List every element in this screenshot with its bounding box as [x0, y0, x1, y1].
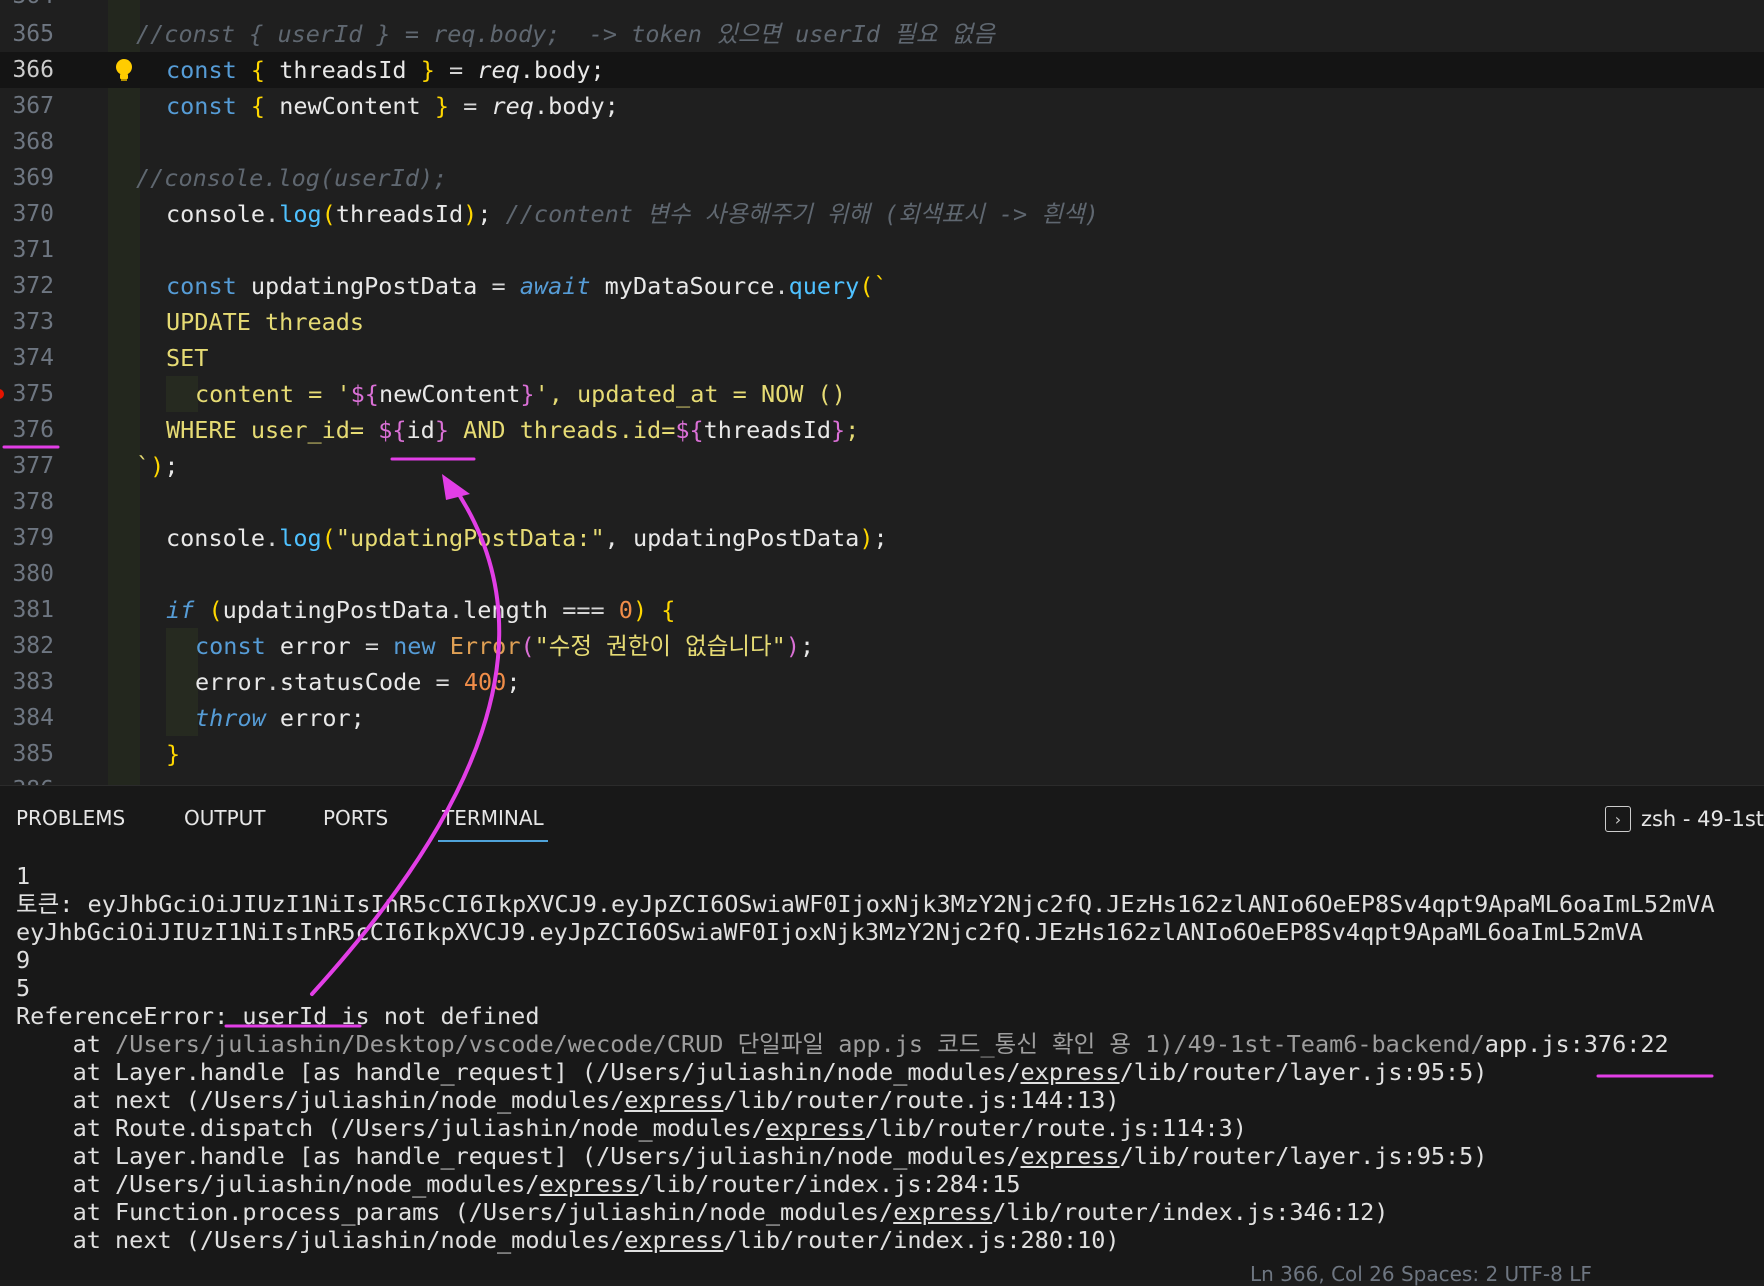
line-number: 371 [12, 237, 54, 263]
sql-text: UPDATE threads [166, 308, 365, 336]
code-text: const { threadsId } = req.body; [166, 56, 605, 84]
line-number: 368 [12, 129, 54, 155]
code-line[interactable]: 372 const updatingPostData = await myDat… [0, 268, 1764, 304]
code-line[interactable]: 365 //const { userId } = req.body; -> to… [0, 16, 1764, 52]
line-number: 373 [12, 309, 54, 335]
terminal-title: zsh - 49-1st [1640, 807, 1764, 831]
line-number: 385 [12, 741, 54, 767]
sql-text: WHERE user_id= ${id} AND threads.id=${th… [166, 416, 860, 444]
code-text: throw error; [195, 704, 365, 732]
code-line[interactable]: 379 console.log("updatingPostData:", upd… [0, 520, 1764, 556]
status-bar: Ln 366, Col 26 Spaces: 2 UTF-8 LF [1250, 1262, 1592, 1286]
line-number: 370 [12, 201, 54, 227]
line-number: 383 [12, 669, 54, 695]
line-number: 376 [12, 417, 54, 443]
code-comment: //const { userId } = req.body; -> token … [136, 20, 995, 48]
code-line-partial-bottom: 386 [0, 772, 1764, 785]
code-line[interactable]: 380 [0, 556, 1764, 592]
line-number: 364 [0, 0, 54, 14]
line-number: 365 [12, 21, 54, 47]
line-number: 378 [12, 489, 54, 515]
code-line[interactable]: 368 [0, 124, 1764, 160]
stack-frame: at Layer.handle [as handle_request] (/Us… [16, 1058, 1488, 1086]
tab-output[interactable]: OUTPUT [184, 806, 266, 830]
code-line-partial-top: 364 [0, 0, 1764, 14]
line-number: 380 [12, 561, 54, 587]
code-text: const { newContent } = req.body; [166, 92, 619, 120]
file-link[interactable]: app.js:376:22 [1485, 1030, 1669, 1058]
bottom-panel: PROBLEMS OUTPUT PORTS TERMINAL › zsh - 4… [0, 785, 1764, 1280]
code-line[interactable]: 370 console.log(threadsId); //content 변수… [0, 196, 1764, 232]
sql-text: SET [166, 344, 209, 372]
terminal-line: 토큰: eyJhbGciOiJIUzI1NiIsInR5cCI6IkpXVCJ9… [16, 890, 1715, 918]
code-text: if (updatingPostData.length === 0) { [166, 596, 676, 624]
code-text: const updatingPostData = await myDataSou… [166, 272, 888, 300]
code-line[interactable]: 378 [0, 484, 1764, 520]
tab-ports[interactable]: PORTS [323, 806, 388, 830]
line-number: 367 [12, 93, 54, 119]
code-text: const error = new Error("수정 권한이 없습니다"); [195, 632, 815, 660]
code-comment: //console.log(userId); [136, 164, 448, 192]
code-line[interactable]: 376 WHERE user_id= ${id} AND threads.id=… [0, 412, 1764, 448]
code-text: `); [136, 452, 179, 480]
indent-guide [166, 700, 198, 736]
code-text: console.log(threadsId); //content 변수 사용해… [166, 200, 1099, 228]
code-line[interactable]: 385 } [0, 736, 1764, 772]
lightbulb-icon[interactable] [114, 58, 134, 82]
line-number: 384 [12, 705, 54, 731]
error-message: ReferenceError: userId is not defined [16, 1002, 540, 1030]
line-number: 379 [12, 525, 54, 551]
line-number: 374 [12, 345, 54, 371]
stack-frame: at next (/Users/juliashin/node_modules/e… [16, 1226, 1120, 1254]
code-line[interactable]: 384 throw error; [0, 700, 1764, 736]
indent-guide [166, 376, 198, 412]
stack-frame: at Layer.handle [as handle_request] (/Us… [16, 1142, 1488, 1170]
line-number: 386 [0, 772, 54, 785]
terminal-icon: › [1604, 806, 1631, 832]
stack-frame: at Function.process_params (/Users/julia… [16, 1198, 1389, 1226]
terminal-selector[interactable]: › zsh - 49-1st [1604, 806, 1764, 832]
terminal-line: 5 [16, 974, 31, 1002]
stack-frame: at /Users/juliashin/Desktop/vscode/wecod… [16, 1030, 1669, 1058]
terminal-line: 9 [16, 946, 31, 974]
code-text: console.log("updatingPostData:", updatin… [166, 524, 888, 552]
indent-guide [166, 664, 198, 700]
code-line[interactable]: 374 SET [0, 340, 1764, 376]
stack-frame: at Route.dispatch (/Users/juliashin/node… [16, 1114, 1247, 1142]
code-line[interactable]: 369 //console.log(userId); [0, 160, 1764, 196]
code-line[interactable]: 375 content = '${newContent}', updated_a… [0, 376, 1764, 412]
code-line[interactable]: 383 error.statusCode = 400; [0, 664, 1764, 700]
code-line[interactable]: 373 UPDATE threads [0, 304, 1764, 340]
code-line[interactable]: 371 [0, 232, 1764, 268]
indent-guide [166, 628, 198, 664]
stack-frame: at /Users/juliashin/node_modules/express… [16, 1170, 1021, 1198]
code-line[interactable]: 377 `); [0, 448, 1764, 484]
terminal-line: 1 [16, 862, 31, 890]
code-line[interactable]: 382 const error = new Error("수정 권한이 없습니다… [0, 628, 1764, 664]
code-line-current[interactable]: 366 const { threadsId } = req.body; [0, 52, 1764, 88]
stack-frame: at next (/Users/juliashin/node_modules/e… [16, 1086, 1120, 1114]
code-line[interactable]: 367 const { newContent } = req.body; [0, 88, 1764, 124]
code-text: error.statusCode = 400; [195, 668, 521, 696]
line-number: 366 [12, 57, 54, 83]
tab-terminal[interactable]: TERMINAL [438, 806, 548, 842]
code-text: } [166, 740, 181, 768]
terminal-output[interactable]: 1 토큰: eyJhbGciOiJIUzI1NiIsInR5cCI6IkpXVC… [16, 862, 1715, 1254]
line-number: 377 [12, 453, 54, 479]
line-number: 369 [12, 165, 54, 191]
code-line[interactable]: 381 if (updatingPostData.length === 0) { [0, 592, 1764, 628]
line-number: 381 [12, 597, 54, 623]
line-number: 372 [12, 273, 54, 299]
sql-text: content = '${newContent}', updated_at = … [195, 380, 846, 408]
terminal-line: eyJhbGciOiJIUzI1NiIsInR5cCI6IkpXVCJ9.eyJ… [16, 918, 1644, 946]
code-editor[interactable]: 364 365 //const { userId } = req.body; -… [0, 0, 1764, 785]
line-number: 375 [12, 381, 54, 407]
line-number: 382 [12, 633, 54, 659]
tab-problems[interactable]: PROBLEMS [16, 806, 125, 830]
